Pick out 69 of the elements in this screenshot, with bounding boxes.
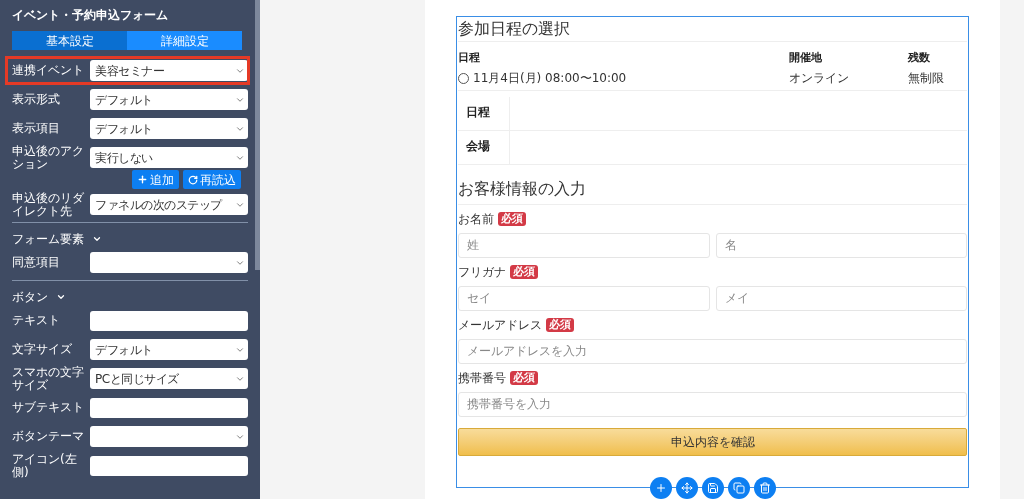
field-label: メールアドレス — [458, 316, 542, 334]
field-label: お名前 — [458, 210, 494, 228]
input-field[interactable] — [90, 397, 248, 418]
reload-button[interactable]: 再読込 — [183, 170, 241, 189]
required-badge: 必須 — [510, 264, 538, 279]
venue-text: オンライン — [789, 70, 850, 87]
save-button[interactable] — [701, 477, 724, 499]
schedule-date: 11月4日(月) 08:00〜10:00 — [473, 70, 627, 87]
column-header: 日程 — [458, 50, 481, 66]
scrollbar[interactable] — [255, 0, 260, 270]
confirm-button[interactable]: 申込内容を確認 — [458, 427, 967, 456]
reload-icon — [188, 174, 198, 185]
settings-tab[interactable]: 基本設定 — [12, 31, 127, 50]
save-icon — [706, 482, 719, 494]
field-label: アイコン(左側) — [12, 452, 78, 479]
input-field[interactable]: 名 — [715, 232, 967, 258]
field-label: 表示項目 — [12, 122, 61, 135]
column-header: 開催地 — [789, 50, 823, 66]
field-label: スマホの文字サイズ — [12, 365, 85, 392]
field-label: 申込後のアクション — [12, 144, 85, 171]
field-label: 文字サイズ — [12, 343, 73, 356]
select-field[interactable] — [90, 426, 248, 447]
section-heading[interactable]: フォーム要素 — [12, 229, 102, 248]
input-field[interactable]: 姓 — [458, 232, 710, 258]
select-field[interactable]: デフォルト — [90, 89, 248, 110]
field-label: 同意項目 — [12, 256, 61, 269]
select-field[interactable]: PCと同じサイズ — [90, 368, 248, 389]
select-field[interactable]: 美容セミナー — [90, 60, 248, 81]
select-field[interactable] — [90, 252, 248, 273]
field-label: 連携イベント — [12, 64, 85, 77]
input-field[interactable] — [90, 310, 248, 331]
field-label: 表示形式 — [12, 93, 61, 106]
trash-button[interactable] — [753, 477, 776, 499]
column-header: 残数 — [908, 50, 930, 66]
trash-icon — [758, 482, 771, 494]
radio-button[interactable] — [458, 72, 469, 84]
select-field[interactable]: デフォルト — [90, 118, 248, 139]
move-icon — [680, 482, 693, 494]
field-label: 携帯番号 — [458, 369, 506, 387]
detail-label: 日程 — [458, 96, 510, 130]
field-label: フリガナ — [458, 263, 506, 281]
input-field[interactable]: セイ — [458, 285, 710, 311]
input-field[interactable]: メールアドレスを入力 — [458, 338, 967, 364]
field-label: 申込後のリダイレクト先 — [12, 191, 85, 218]
field-label: サブテキスト — [12, 401, 85, 414]
field-label: ボタンテーマ — [12, 430, 85, 443]
plus-button[interactable] — [649, 477, 672, 499]
required-badge: 必須 — [546, 317, 574, 332]
remaining-text: 無制限 — [908, 70, 944, 87]
input-field[interactable]: 携帯番号を入力 — [458, 391, 967, 417]
copy-button[interactable] — [727, 477, 750, 499]
plus-icon — [137, 174, 148, 185]
add-button[interactable]: 追加 — [132, 170, 179, 189]
section-title: お客様情報の入力 — [458, 164, 967, 205]
input-field[interactable] — [90, 455, 248, 476]
section-heading[interactable]: ボタン — [12, 287, 66, 306]
move-button[interactable] — [675, 477, 698, 499]
required-badge: 必須 — [510, 370, 538, 385]
field-label: テキスト — [12, 314, 61, 327]
sidebar-title: イベント・予約申込フォーム — [11, 7, 169, 24]
input-field[interactable]: メイ — [715, 285, 967, 311]
select-field[interactable]: ファネルの次のステップ — [90, 194, 248, 215]
detail-label: 会場 — [458, 130, 510, 164]
plus-icon — [654, 482, 667, 494]
copy-icon — [732, 482, 745, 494]
select-field[interactable]: デフォルト — [90, 339, 248, 360]
section-title: 参加日程の選択 — [458, 17, 967, 42]
select-field[interactable]: 実行しない — [90, 147, 248, 168]
required-badge: 必須 — [498, 211, 526, 226]
